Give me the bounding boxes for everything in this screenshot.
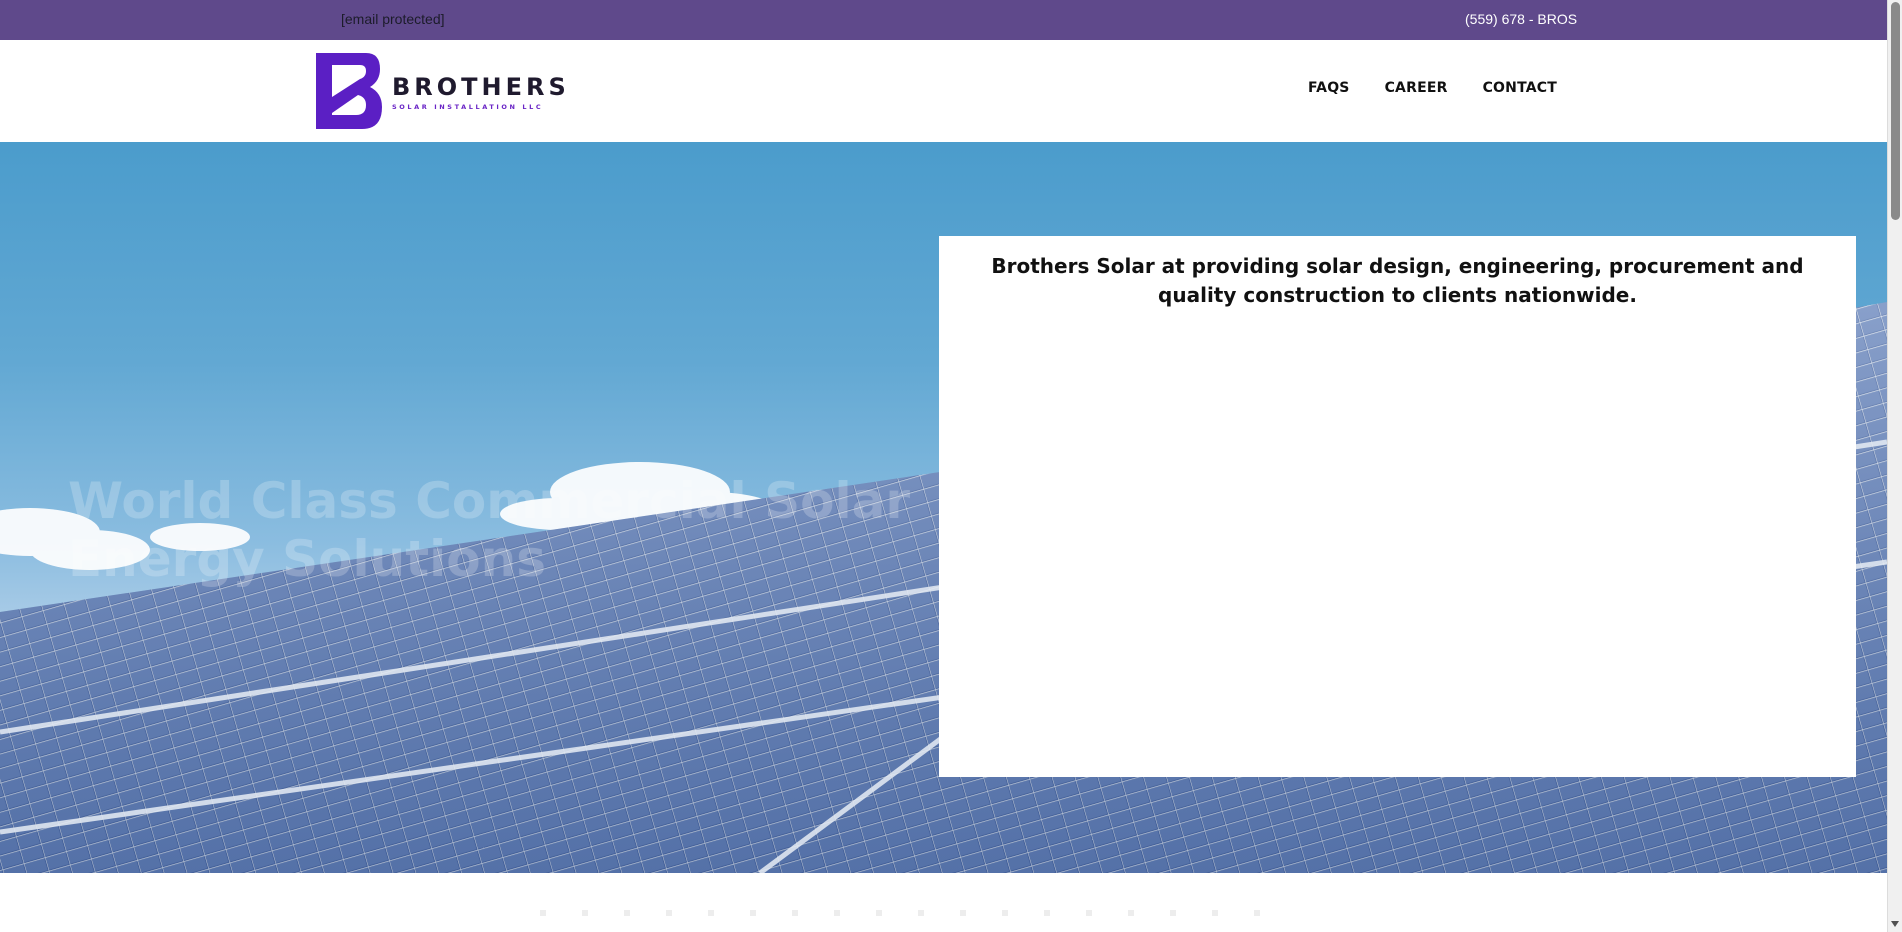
main-navigation: FAQS CAREER CONTACT <box>1308 80 1557 96</box>
callout-text: Brothers Solar at providing solar design… <box>991 254 1804 307</box>
logo-tagline: SOLAR INSTALLATION LLC <box>392 103 544 111</box>
hero-headline: World Class Commercial Solar Energy Solu… <box>68 472 910 588</box>
brothers-solar-logo[interactable]: BROTHERS SOLAR INSTALLATION LLC <box>314 51 566 131</box>
site-header: BROTHERS SOLAR INSTALLATION LLC FAQS CAR… <box>0 40 1887 142</box>
nav-contact[interactable]: CONTACT <box>1483 80 1557 96</box>
nav-faqs[interactable]: FAQS <box>1308 80 1350 96</box>
top-contact-bar: [email protected] (559) 678 - BROS <box>0 0 1887 40</box>
hero-callout-card: Brothers Solar at providing solar design… <box>939 236 1856 777</box>
email-link[interactable]: [email protected] <box>341 11 445 27</box>
phone-link[interactable]: (559) 678 - BROS <box>1465 11 1577 27</box>
nav-career[interactable]: CAREER <box>1385 80 1448 96</box>
page-scrollbar[interactable] <box>1887 0 1902 932</box>
logo-wordmark: BROTHERS <box>392 73 570 101</box>
faded-section-heading <box>540 910 1280 916</box>
b-logo-icon <box>316 53 382 129</box>
scrollbar-thumb[interactable] <box>1891 2 1900 220</box>
scroll-down-arrow-icon[interactable] <box>1891 921 1899 927</box>
page: [email protected] (559) 678 - BROS BROTH… <box>0 0 1887 932</box>
